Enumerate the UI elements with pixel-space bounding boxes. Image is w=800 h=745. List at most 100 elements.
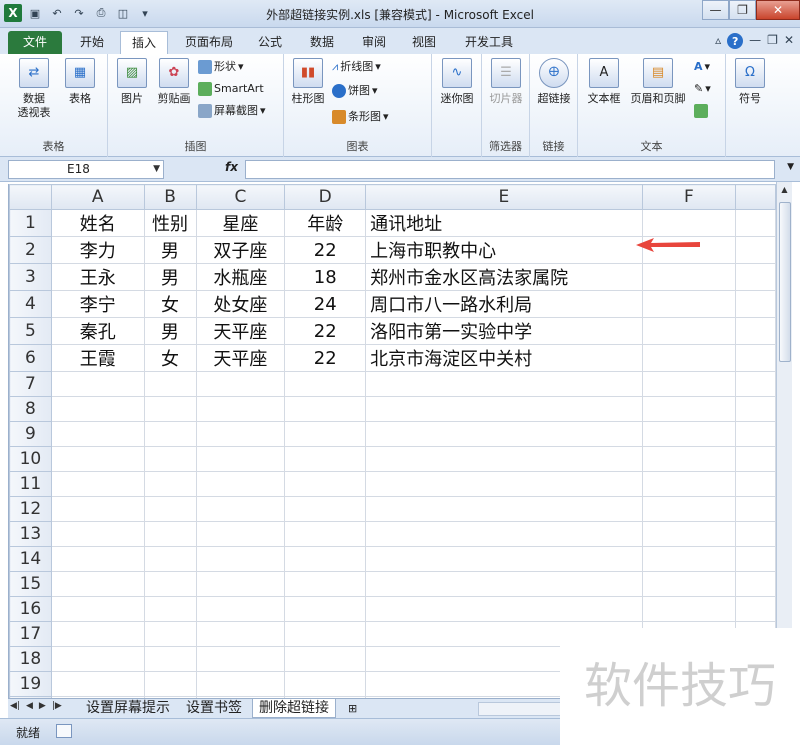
cell[interactable] [195,621,286,647]
cell[interactable] [195,571,286,597]
cell[interactable] [195,546,286,572]
cell[interactable]: 18 [284,263,367,291]
maximize-icon[interactable]: ❐ [729,0,756,20]
expand-formula-icon[interactable]: ▼ [787,162,794,172]
tab-insert[interactable]: 插入 [120,31,168,54]
cell[interactable] [641,496,737,522]
row-header[interactable]: 10 [9,446,52,472]
cell[interactable] [735,471,776,497]
textbox-button[interactable]: A 文本框 [582,58,626,106]
doc-minimize-icon[interactable]: — [749,33,761,49]
cell[interactable] [735,344,776,372]
cell[interactable] [50,571,145,597]
next-sheet-icon[interactable]: ▶ [39,701,46,711]
cell[interactable] [365,496,643,522]
sheet-tab-active[interactable]: 删除超链接 [252,699,336,718]
cell[interactable] [641,571,737,597]
cell[interactable] [143,396,197,422]
cell[interactable] [641,317,737,345]
cell[interactable] [50,621,145,647]
signature-line-button[interactable]: ✎ ▾ [694,80,711,98]
cell[interactable] [50,496,145,522]
symbol-button[interactable]: Ω 符号 [728,58,772,106]
row-header[interactable]: 7 [9,371,52,397]
cell[interactable] [735,446,776,472]
cell[interactable]: 女 [143,290,197,318]
cell[interactable] [284,521,367,547]
cell[interactable] [143,471,197,497]
cell[interactable]: 24 [284,290,367,318]
cell[interactable]: 李宁 [50,290,145,318]
slicer-button[interactable]: ☰ 切片器 [484,58,528,106]
cell[interactable] [735,596,776,622]
cell[interactable] [195,446,286,472]
header-footer-button[interactable]: ▤ 页眉和页脚 [628,58,688,106]
cell[interactable]: 李力 [50,236,145,264]
cell[interactable]: 星座 [195,209,286,237]
cell[interactable]: 姓名 [50,209,145,237]
row-header[interactable]: 13 [9,521,52,547]
cell[interactable] [50,396,145,422]
cell[interactable] [641,521,737,547]
cell[interactable] [284,471,367,497]
row-header[interactable]: 3 [9,263,52,291]
column-header[interactable]: B [143,184,197,210]
last-sheet-icon[interactable]: |▶ [52,701,62,711]
wordart-button[interactable]: A ▾ [694,58,710,76]
cell[interactable] [143,521,197,547]
formula-input[interactable] [245,160,775,179]
chevron-down-icon[interactable]: ▼ [153,161,160,178]
clipart-button[interactable]: ✿ 剪贴画 [152,58,196,106]
tab-view[interactable]: 视图 [404,31,444,54]
cell[interactable] [735,571,776,597]
cell[interactable] [735,371,776,397]
cell[interactable] [143,621,197,647]
cell[interactable] [365,421,643,447]
cell[interactable] [641,471,737,497]
cell[interactable]: 年龄 [284,209,367,237]
row-header[interactable]: 16 [9,596,52,622]
cell[interactable] [195,371,286,397]
cell[interactable]: 王永 [50,263,145,291]
cell[interactable] [641,396,737,422]
cell[interactable]: 北京市海淀区中关村 [365,344,643,372]
cell[interactable]: 22 [284,236,367,264]
cell[interactable] [195,671,286,697]
vertical-scrollbar[interactable]: ▲ [776,182,792,698]
cell[interactable] [195,396,286,422]
cell[interactable] [365,471,643,497]
doc-restore-icon[interactable]: ❐ [767,33,778,49]
row-header[interactable]: 1 [9,209,52,237]
cell[interactable] [143,546,197,572]
cell[interactable] [735,396,776,422]
cell[interactable] [284,646,367,672]
cell[interactable] [641,263,737,291]
row-header[interactable]: 11 [9,471,52,497]
row-header[interactable]: 4 [9,290,52,318]
cell[interactable] [143,671,197,697]
cell[interactable]: 郑州市金水区高法家属院 [365,263,643,291]
cell[interactable] [735,521,776,547]
select-all-corner[interactable] [9,184,52,210]
tab-developer[interactable]: 开发工具 [456,31,522,54]
cell[interactable]: 男 [143,317,197,345]
prev-sheet-icon[interactable]: ◀ [26,701,33,711]
sheet-tab[interactable]: 设置屏幕提示 [80,699,176,718]
cell[interactable]: 天平座 [195,344,286,372]
sparkline-button[interactable]: ∿ 迷你图 [435,58,479,106]
cell[interactable]: 处女座 [195,290,286,318]
cell[interactable] [284,396,367,422]
row-header[interactable]: 9 [9,421,52,447]
cell[interactable] [735,209,776,237]
cell[interactable] [195,421,286,447]
cell[interactable] [735,317,776,345]
screenshot-button[interactable]: 屏幕截图 ▾ [198,102,266,120]
row-header[interactable]: 15 [9,571,52,597]
cell[interactable] [284,571,367,597]
cell[interactable] [143,571,197,597]
cell[interactable] [735,496,776,522]
cell[interactable] [365,546,643,572]
cell[interactable] [50,446,145,472]
minimize-icon[interactable]: — [702,0,729,20]
cell[interactable] [365,446,643,472]
